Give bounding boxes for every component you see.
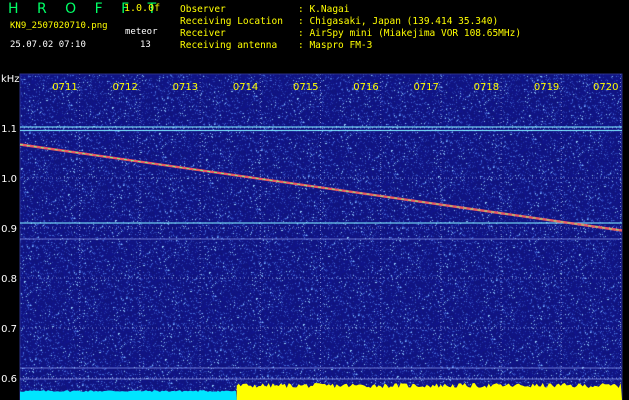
y-tick-label: 0.7 (1, 324, 17, 335)
info-label-antenna: Receiving antenna (180, 40, 278, 51)
y-tick-label: 1.1 (1, 124, 17, 135)
info-value-receiver: : AirSpy mini (Miakejima VOR 108.65MHz) (298, 28, 522, 39)
hrofft-window: H R O F F T 1.0.0f KN9_2507020710.png me… (0, 0, 629, 400)
spectrogram (20, 74, 622, 400)
y-axis-unit: kHz (1, 74, 20, 85)
info-value-observer: : K.Nagai (298, 4, 350, 15)
app-version: 1.0.0f (124, 3, 161, 14)
date-time: 25.07.02 07:10 (10, 40, 86, 50)
meteor-label: meteor (125, 27, 158, 37)
info-label-location: Receiving Location (180, 16, 283, 27)
info-label-observer: Observer (180, 4, 226, 15)
y-tick-label: 0.6 (1, 374, 17, 385)
info-value-antenna: : Maspro FM-3 (298, 40, 373, 51)
y-tick-label: 1.0 (1, 174, 17, 185)
info-label-receiver: Receiver (180, 28, 226, 39)
y-tick-label: 0.8 (1, 274, 17, 285)
file-name: KN9_2507020710.png (10, 21, 108, 31)
y-tick-label: 0.9 (1, 224, 17, 235)
info-value-location: : Chigasaki, Japan (139.414 35.340) (298, 16, 499, 27)
meteor-count: 13 (140, 40, 151, 50)
